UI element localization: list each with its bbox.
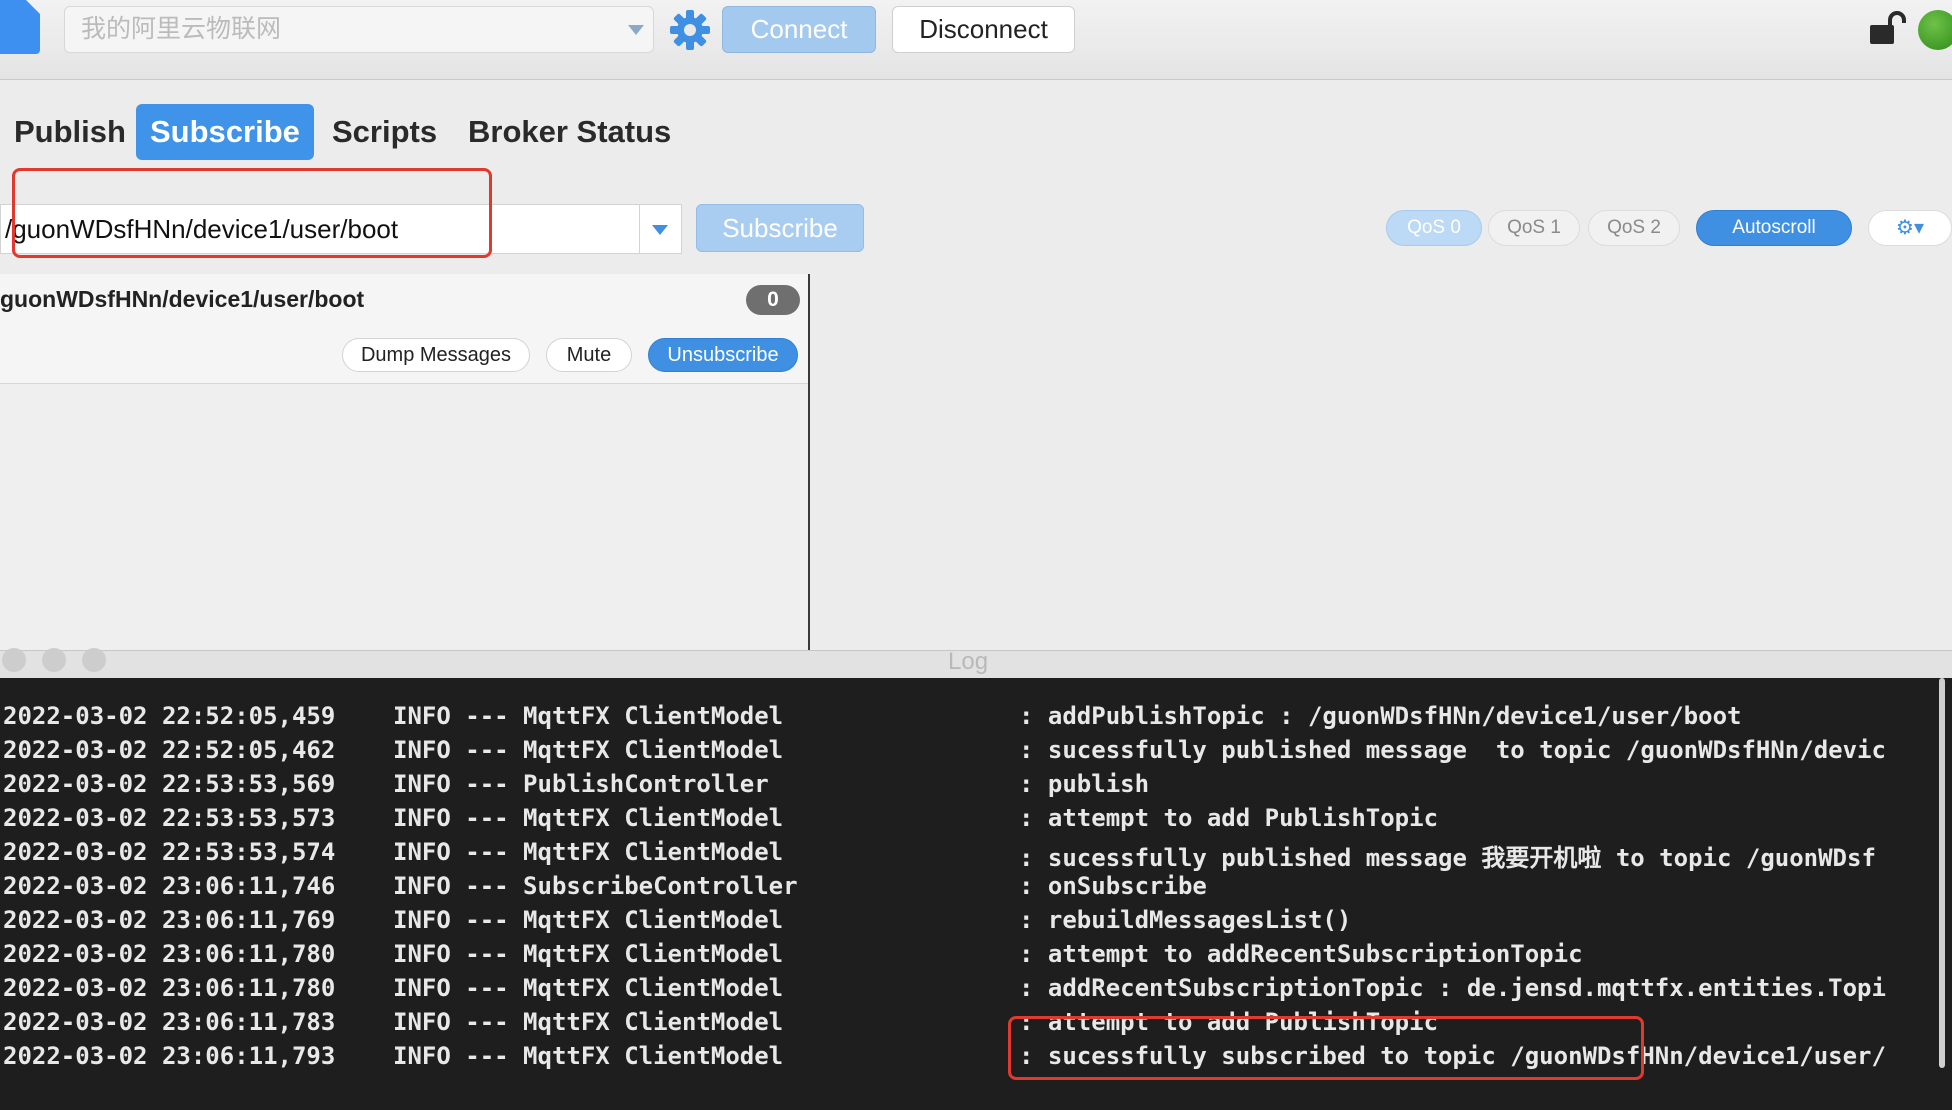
qos0-toggle[interactable]: QoS 0 [1386, 210, 1482, 246]
log-time: 2022-03-02 23:06:11,780 [3, 974, 336, 1002]
tab-publish[interactable]: Publish [0, 104, 140, 160]
log-title: Log [948, 648, 989, 675]
log-msg: : sucessfully published message 我要开机啦 to… [1019, 844, 1876, 872]
log-level: INFO --- MqttFX ClientModel [393, 702, 784, 730]
log-level: INFO --- SubscribeController [393, 872, 798, 900]
connection-profile-select[interactable]: 我的阿里云物联网 [64, 6, 654, 53]
log-msg: : attempt to add PublishTopic [1019, 804, 1439, 832]
log-time: 2022-03-02 22:52:05,459 [3, 702, 336, 730]
connection-status-indicator [1918, 10, 1952, 50]
disconnect-button[interactable]: Disconnect [892, 6, 1075, 53]
connect-button[interactable]: Connect [722, 6, 876, 53]
log-time: 2022-03-02 22:53:53,573 [3, 804, 336, 832]
chevron-down-icon[interactable] [628, 25, 644, 35]
gear-icon[interactable] [668, 8, 712, 52]
log-level: INFO --- MqttFX ClientModel [393, 974, 784, 1002]
qos1-toggle[interactable]: QoS 1 [1488, 210, 1580, 246]
log-level: INFO --- MqttFX ClientModel [393, 804, 784, 832]
zoom-window-button[interactable] [82, 648, 106, 672]
log-time: 2022-03-02 22:52:05,462 [3, 736, 336, 764]
message-count-badge: 0 [746, 285, 800, 315]
log-time: 2022-03-02 23:06:11,780 [3, 940, 336, 968]
log-time: 2022-03-02 23:06:11,769 [3, 906, 336, 934]
subscribe-options-button[interactable]: ⚙▾ [1868, 210, 1952, 246]
log-msg: : onSubscribe [1019, 872, 1207, 900]
log-msg: : sucessfully published message to topic… [1019, 736, 1886, 764]
qos2-toggle[interactable]: QoS 2 [1588, 210, 1680, 246]
log-level: INFO --- MqttFX ClientModel [393, 1042, 784, 1070]
unsubscribe-button[interactable]: Unsubscribe [648, 338, 798, 372]
log-msg: : addRecentSubscriptionTopic : de.jensd.… [1019, 974, 1886, 1002]
mute-button[interactable]: Mute [546, 338, 632, 372]
autoscroll-toggle[interactable]: Autoscroll [1696, 210, 1852, 246]
log-level: INFO --- MqttFX ClientModel [393, 940, 784, 968]
tab-broker-status[interactable]: Broker Status [454, 104, 685, 160]
subscribe-button[interactable]: Subscribe [696, 204, 864, 252]
log-output[interactable]: 2022-03-02 22:52:05,459 INFO --- MqttFX C… [0, 678, 1952, 1110]
log-time: 2022-03-02 23:06:11,746 [3, 872, 336, 900]
log-highlight-box [1008, 1016, 1644, 1080]
unlocked-icon[interactable] [1868, 10, 1908, 51]
log-msg: : addPublishTopic : /guonWDsfHNn/device1… [1019, 702, 1742, 730]
tab-subscribe[interactable]: Subscribe [136, 104, 314, 160]
chevron-down-icon [652, 225, 668, 235]
gear-icon: ⚙▾ [1896, 217, 1924, 239]
log-level: INFO --- PublishController [393, 770, 769, 798]
log-msg: : attempt to addRecentSubscriptionTopic [1019, 940, 1583, 968]
connection-profile-name: 我的阿里云物联网 [81, 15, 282, 43]
log-time: 2022-03-02 22:53:53,574 [3, 838, 336, 866]
recent-topics-dropdown[interactable] [640, 204, 682, 254]
log-time: 2022-03-02 23:06:11,793 [3, 1042, 336, 1070]
log-scrollbar[interactable] [1934, 678, 1950, 1078]
log-level: INFO --- MqttFX ClientModel [393, 906, 784, 934]
file-icon[interactable] [0, 0, 40, 54]
tab-scripts[interactable]: Scripts [318, 104, 451, 160]
minimize-window-button[interactable] [42, 648, 66, 672]
subscription-topic: guonWDsfHNn/device1/user/boot [0, 286, 365, 312]
dump-messages-button[interactable]: Dump Messages [342, 338, 530, 372]
log-level: INFO --- MqttFX ClientModel [393, 1008, 784, 1036]
message-view [812, 274, 1952, 650]
log-msg: : rebuildMessagesList() [1019, 906, 1352, 934]
log-msg: : publish [1019, 770, 1150, 798]
log-time: 2022-03-02 23:06:11,783 [3, 1008, 336, 1036]
topic-highlight-box [12, 168, 492, 258]
close-window-button[interactable] [2, 648, 26, 672]
log-level: INFO --- MqttFX ClientModel [393, 736, 784, 764]
log-time: 2022-03-02 22:53:53,569 [3, 770, 336, 798]
log-level: INFO --- MqttFX ClientModel [393, 838, 784, 866]
